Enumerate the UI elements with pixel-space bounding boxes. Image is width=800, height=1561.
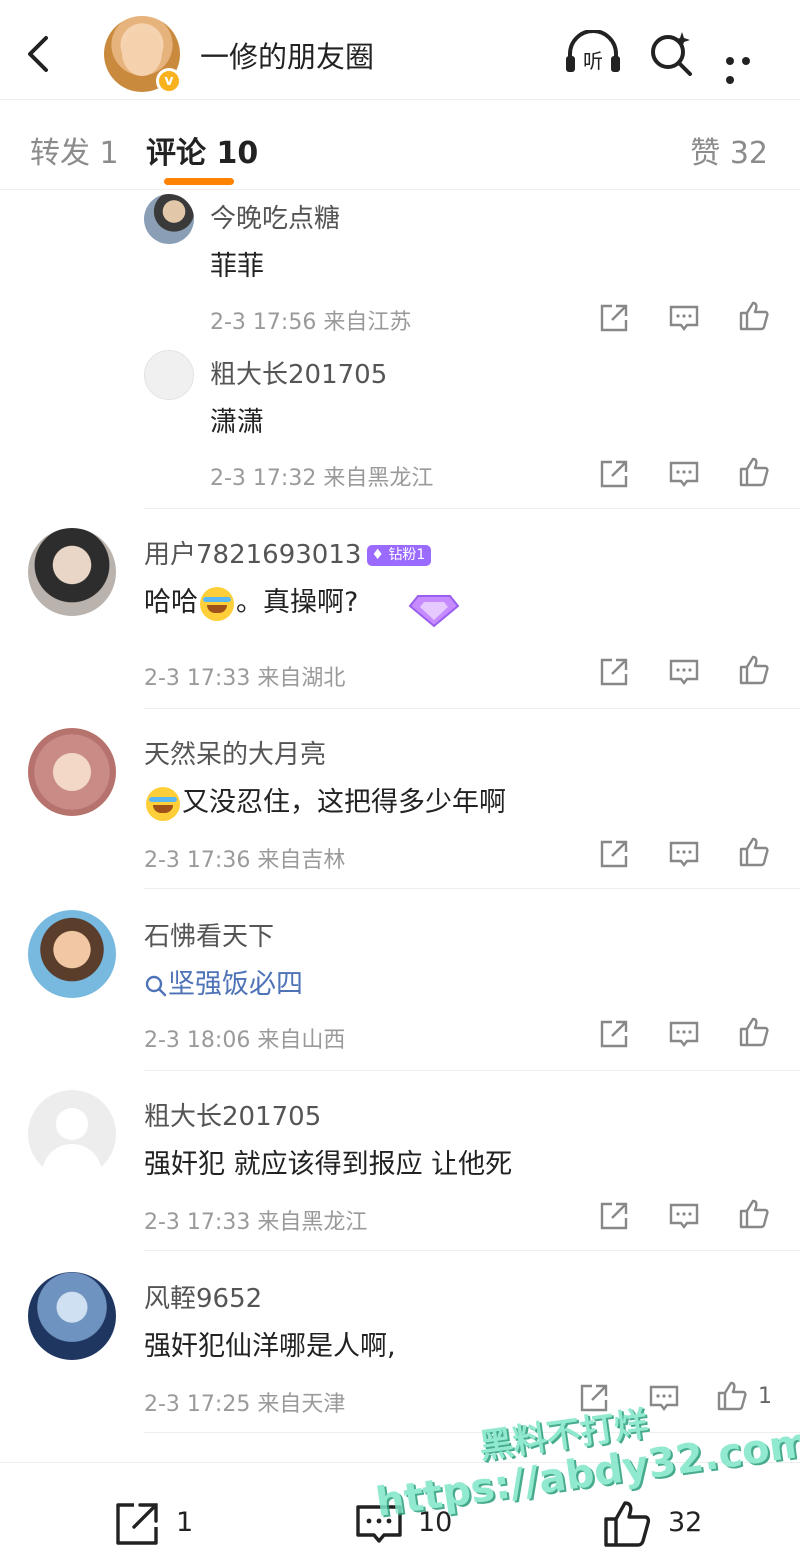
comment-username-text: 用户7821693013 — [144, 540, 362, 570]
profile-avatar[interactable]: v — [104, 16, 182, 94]
diamond-gem-icon — [408, 595, 460, 628]
tab-comments[interactable]: 评论 10 — [146, 128, 258, 172]
crying-emoji-icon — [146, 786, 180, 821]
comment-username[interactable]: 风輊9652 — [144, 1278, 262, 1315]
comment-text: 哈哈 。真操啊? — [144, 580, 358, 621]
reply-icon[interactable] — [668, 458, 700, 490]
diamond-fan-badge: ♦ 钻粉1 — [367, 545, 432, 566]
search-icon — [145, 975, 167, 996]
reply-icon[interactable] — [668, 302, 700, 334]
divider — [144, 1250, 800, 1251]
reply-icon[interactable] — [648, 1382, 680, 1414]
reply-text: 菲菲 — [210, 251, 264, 282]
tab-bar: 转发 1 评论 10 赞 32 — [0, 100, 800, 190]
reply-username[interactable]: 今晚吃点糖 — [210, 198, 340, 235]
bottom-action-bar: 1 10 32 — [0, 1462, 800, 1561]
divider — [144, 1432, 800, 1433]
comment-timestamp: 2-3 17:36 来自吉林 — [144, 848, 346, 873]
like-count: 1 — [758, 1384, 772, 1409]
comment-timestamp: 2-3 17:25 来自天津 — [144, 1392, 346, 1417]
share-icon[interactable] — [598, 838, 630, 870]
repost-icon[interactable] — [112, 1499, 162, 1549]
reply-username[interactable]: 粗大长201705 — [210, 354, 387, 391]
comment-text: 强奸犯 就应该得到报应 让他死 — [144, 1149, 513, 1180]
like-icon[interactable] — [716, 1380, 748, 1412]
comment-icon[interactable] — [354, 1499, 404, 1549]
comment-text: 又没忍住，这把得多少年啊 — [144, 780, 506, 821]
comment-username[interactable]: 用户7821693013 ♦ 钻粉1 — [144, 534, 432, 571]
share-icon[interactable] — [598, 1200, 630, 1232]
reply-text: 潇潇 — [210, 407, 264, 438]
share-icon[interactable] — [598, 656, 630, 688]
topic-link[interactable]: 坚强饭必四 — [144, 962, 303, 1001]
comment-timestamp: 2-3 18:06 来自山西 — [144, 1028, 346, 1053]
share-icon[interactable] — [578, 1382, 610, 1414]
comment-text: 强奸犯仙洋哪是人啊, — [144, 1331, 396, 1362]
share-icon[interactable] — [598, 458, 630, 490]
page-title[interactable]: 一修的朋友圈 — [200, 34, 374, 76]
divider — [144, 888, 800, 889]
search-sparkle-icon[interactable] — [648, 30, 694, 76]
like-icon[interactable] — [602, 1499, 652, 1549]
comment-username[interactable]: 天然呆的大月亮 — [144, 734, 326, 771]
tab-repost[interactable]: 转发 1 — [30, 128, 119, 172]
avatar[interactable] — [28, 1090, 116, 1178]
avatar[interactable] — [28, 910, 116, 998]
reply-icon[interactable] — [668, 838, 700, 870]
reply-timestamp: 2-3 17:56 来自江苏 — [210, 310, 412, 335]
back-arrow-icon[interactable] — [22, 32, 58, 76]
like-count[interactable]: 32 — [668, 1507, 702, 1538]
avatar[interactable] — [28, 728, 116, 816]
avatar[interactable] — [28, 1272, 116, 1360]
topic-link-text: 坚强饭必四 — [168, 969, 303, 1000]
comment-username[interactable]: 石怫看天下 — [144, 916, 274, 953]
svg-text:听: 听 — [583, 49, 603, 73]
comment-timestamp: 2-3 17:33 来自湖北 — [144, 666, 346, 691]
divider — [144, 1070, 800, 1071]
like-icon[interactable] — [738, 300, 770, 332]
share-icon[interactable] — [598, 302, 630, 334]
top-nav-bar: v 一修的朋友圈 听 — [0, 0, 800, 100]
avatar[interactable] — [144, 194, 194, 244]
more-options-icon[interactable] — [726, 50, 772, 84]
reply-timestamp: 2-3 17:32 来自黑龙江 — [210, 466, 434, 491]
like-icon[interactable] — [738, 1198, 770, 1230]
divider — [144, 708, 800, 709]
like-icon[interactable] — [738, 654, 770, 686]
active-tab-indicator — [164, 178, 234, 185]
comment-text-part: 。真操啊? — [236, 587, 359, 618]
listen-headphones-icon[interactable]: 听 — [564, 30, 622, 74]
laugh-cry-emoji-icon — [200, 586, 234, 621]
verified-badge-icon: v — [156, 68, 182, 94]
reply-icon[interactable] — [668, 1200, 700, 1232]
fan-badge-label: 钻粉1 — [388, 547, 426, 563]
comment-text-part: 哈哈 — [144, 587, 198, 618]
reply-icon[interactable] — [668, 656, 700, 688]
comment-text-part: 又没忍住，这把得多少年啊 — [182, 787, 506, 818]
avatar[interactable] — [28, 528, 116, 616]
like-icon[interactable] — [738, 1016, 770, 1048]
share-icon[interactable] — [598, 1018, 630, 1050]
reply-icon[interactable] — [668, 1018, 700, 1050]
like-icon[interactable] — [738, 836, 770, 868]
avatar[interactable] — [144, 350, 194, 400]
comment-count[interactable]: 10 — [418, 1507, 452, 1538]
tab-likes[interactable]: 赞 32 — [690, 128, 768, 172]
comment-username[interactable]: 粗大长201705 — [144, 1096, 321, 1133]
repost-count[interactable]: 1 — [176, 1507, 193, 1538]
like-icon[interactable] — [738, 456, 770, 488]
comment-timestamp: 2-3 17:33 来自黑龙江 — [144, 1210, 368, 1235]
divider — [144, 508, 800, 509]
